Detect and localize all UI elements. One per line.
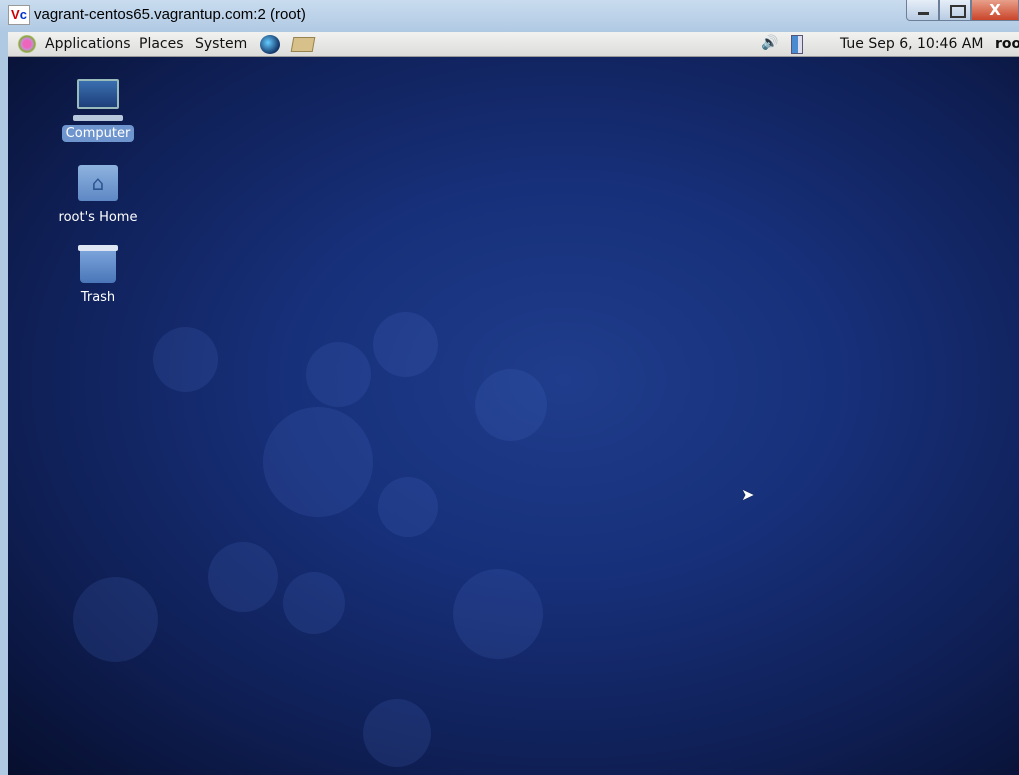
- window-titlebar: Vc vagrant-centos65.vagrantup.com:2 (roo…: [0, 0, 1019, 32]
- window-title: vagrant-centos65.vagrantup.com:2 (root): [34, 6, 306, 23]
- email-launcher-icon[interactable]: [290, 37, 316, 52]
- trash-icon: [75, 243, 121, 285]
- desktop-icon-home[interactable]: ⌂ root's Home: [53, 163, 143, 226]
- desktop-icon-label: root's Home: [58, 210, 138, 225]
- home-folder-icon: ⌂: [75, 163, 121, 205]
- vnc-logo-icon: Vc: [8, 5, 30, 25]
- desktop-icon-trash[interactable]: Trash: [53, 243, 143, 306]
- volume-icon[interactable]: 🔊: [761, 35, 779, 53]
- maximize-button[interactable]: [939, 0, 971, 21]
- mouse-cursor-icon: ➤: [741, 485, 755, 504]
- web-browser-launcher-icon[interactable]: [260, 35, 280, 54]
- window-frame: [0, 32, 8, 775]
- applications-menu-icon: [17, 35, 37, 53]
- clock[interactable]: Tue Sep 6, 10:46 AM: [840, 36, 983, 52]
- menu-places[interactable]: Places: [139, 36, 184, 52]
- close-button[interactable]: X: [971, 0, 1019, 21]
- computer-icon: [73, 79, 123, 121]
- menu-system[interactable]: System: [195, 36, 247, 52]
- desktop-icon-label: Trash: [80, 290, 116, 305]
- desktop: Computer ⌂ root's Home Trash ➤: [8, 57, 1019, 775]
- desktop-icon-computer[interactable]: Computer: [53, 79, 143, 142]
- minimize-button[interactable]: [906, 0, 939, 21]
- menu-applications[interactable]: Applications: [45, 36, 131, 52]
- top-panel: Applications Places System 🔊 Tue Sep 6, …: [8, 32, 1019, 57]
- user-menu[interactable]: root: [995, 36, 1019, 52]
- power-icon[interactable]: [791, 35, 803, 54]
- desktop-icon-label: Computer: [61, 125, 135, 142]
